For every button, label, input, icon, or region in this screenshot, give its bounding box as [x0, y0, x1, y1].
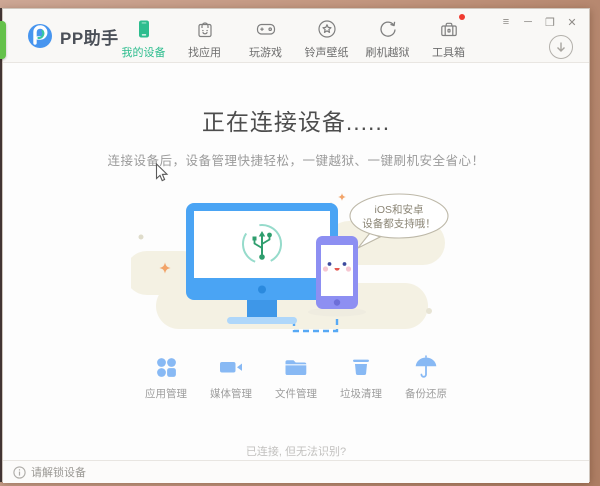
notification-dot [458, 14, 465, 20]
app-bag-icon [195, 17, 215, 41]
decor-dot [426, 308, 432, 314]
folder-icon [285, 360, 307, 375]
tab-ringtones-wallpapers[interactable]: 铃声壁纸 [296, 17, 357, 60]
tab-label: 铃声壁纸 [304, 47, 349, 59]
feature-label: 应用管理 [145, 388, 187, 400]
docked-edge-handle[interactable] [0, 21, 6, 59]
tab-find-apps[interactable]: 找应用 [174, 17, 235, 60]
page-title: 正在连接设备...... [201, 109, 391, 135]
connection-illustration: iOS和安卓 设备都支持哦！ [125, 193, 449, 333]
not-recognized-link[interactable]: 已连接, 但无法识别? [246, 443, 346, 459]
main-nav: 我的设备 找应用 玩游戏 铃声壁纸 刷机越狱 工具箱 [113, 14, 479, 60]
feature-label: 垃圾清理 [340, 388, 382, 400]
info-icon [13, 465, 26, 479]
tab-label: 我的设备 [121, 47, 166, 59]
pp-logo-icon [28, 24, 52, 48]
page-subtitle: 连接设备后，设备管理快捷轻松，一键越狱、一键刷机安全省心！ [107, 154, 485, 168]
feature-app-management[interactable]: 应用管理 [143, 354, 189, 401]
feature-label: 备份还原 [405, 388, 447, 400]
feature-file-management[interactable]: 文件管理 [273, 354, 319, 401]
feature-row: 应用管理 媒体管理 文件管理 垃圾清理 备份还原 [3, 354, 589, 401]
bubble-text-line2: 设备都支持哦！ [362, 217, 436, 230]
close-button[interactable]: ✕ [564, 14, 580, 30]
status-message: 请解锁设备 [31, 467, 86, 479]
feature-backup-restore[interactable]: 备份还原 [403, 354, 449, 401]
refresh-icon [378, 17, 398, 41]
menu-button[interactable]: ≡ [498, 14, 514, 30]
app-logo: PP助手 [27, 23, 119, 49]
header: PP助手 我的设备 找应用 玩游戏 铃声壁纸 刷机越狱 工具箱 ≡ ─ ❐ ✕ [3, 9, 589, 63]
gamepad-icon [255, 17, 277, 41]
tab-label: 找应用 [188, 47, 221, 59]
tab-label: 刷机越狱 [365, 47, 410, 59]
download-arrow-button[interactable] [549, 35, 573, 59]
apps-grid-icon [157, 358, 176, 377]
feature-label: 文件管理 [275, 388, 317, 400]
trash-icon [353, 359, 369, 376]
maximize-button[interactable]: ❐ [542, 14, 558, 30]
tab-my-device[interactable]: 我的设备 [113, 17, 174, 60]
device-phone-icon [134, 17, 154, 41]
minimize-button[interactable]: ─ [520, 14, 536, 30]
star-circle-icon [317, 17, 337, 41]
tab-flash-jailbreak[interactable]: 刷机越狱 [357, 17, 418, 60]
feature-label: 媒体管理 [210, 388, 252, 400]
tab-play-games[interactable]: 玩游戏 [235, 17, 296, 60]
video-camera-icon [220, 362, 242, 373]
bubble-text-line1: iOS和安卓 [374, 203, 423, 216]
main-content: 正在连接设备...... 连接设备后，设备管理快捷轻松，一键越狱、一键刷机安全省… [3, 63, 589, 460]
toolbox-icon [439, 14, 465, 41]
feature-media-management[interactable]: 媒体管理 [208, 354, 254, 401]
pp-assistant-window: PP助手 我的设备 找应用 玩游戏 铃声壁纸 刷机越狱 工具箱 ≡ ─ ❐ ✕ … [2, 8, 590, 483]
phone-illustration [308, 236, 366, 317]
window-controls: ≡ ─ ❐ ✕ [498, 14, 580, 30]
tab-toolbox[interactable]: 工具箱 [418, 14, 479, 60]
status-bar: 请解锁设备 [3, 460, 589, 483]
umbrella-icon [415, 355, 437, 378]
arrow-down-icon [557, 42, 565, 52]
app-title: PP助手 [60, 28, 119, 48]
tab-label: 工具箱 [432, 47, 465, 59]
feature-junk-cleanup[interactable]: 垃圾清理 [338, 354, 384, 401]
decor-dot [138, 234, 144, 240]
tab-label: 玩游戏 [249, 47, 282, 59]
